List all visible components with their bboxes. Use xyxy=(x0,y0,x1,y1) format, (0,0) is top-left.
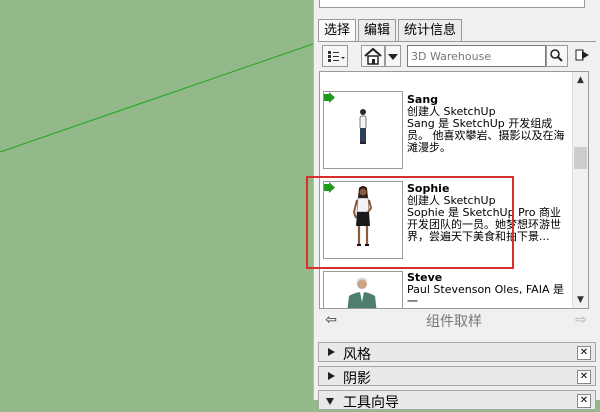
list-navigation: ⇦ 组件取样 ⇨ xyxy=(319,309,589,333)
view-options-icon xyxy=(328,51,345,62)
collapse-arrow-icon xyxy=(326,398,334,405)
person-figure-sophie-icon xyxy=(352,186,373,246)
section-title: 风格 xyxy=(343,347,371,363)
component-author: 创建人 SketchUp xyxy=(407,194,496,207)
tab-divider xyxy=(318,41,596,42)
section-shadows[interactable]: 阴影 ✕ xyxy=(318,366,596,387)
go-arrow-icon xyxy=(324,182,335,193)
expand-arrow-icon xyxy=(328,348,335,356)
collection-title: 组件取样 xyxy=(426,314,482,330)
close-icon[interactable]: ✕ xyxy=(577,370,591,384)
view-options-button[interactable] xyxy=(322,45,348,67)
section-title: 工具向导 xyxy=(343,395,399,411)
component-author: 创建人 SketchUp xyxy=(407,105,496,118)
section-title: 阴影 xyxy=(343,371,371,387)
scroll-thumb[interactable] xyxy=(574,147,587,169)
home-icon xyxy=(364,47,382,65)
close-icon[interactable]: ✕ xyxy=(577,394,591,408)
open-window-icon xyxy=(575,49,589,61)
panel-toolbar xyxy=(322,45,596,69)
warehouse-search-input[interactable] xyxy=(407,45,546,67)
home-dropdown-button[interactable] xyxy=(385,45,401,67)
component-info-steve: Steve Paul Stevenson Oles, FAIA 是一 xyxy=(407,272,571,308)
open-window-button[interactable] xyxy=(572,45,594,67)
tab-edit[interactable]: 编辑 xyxy=(358,19,397,41)
component-thumbnail-steve xyxy=(323,271,403,308)
section-styles[interactable]: 风格 ✕ xyxy=(318,342,596,363)
search-icon xyxy=(550,49,563,62)
go-arrow-icon xyxy=(324,92,335,103)
list-scrollbar[interactable]: ▲ ▼ xyxy=(572,72,588,308)
chevron-down-icon xyxy=(388,54,398,60)
panel-top-stub xyxy=(319,0,585,8)
search-button[interactable] xyxy=(546,45,568,67)
component-author: Paul Stevenson Oles, FAIA 是一 xyxy=(407,283,564,308)
close-icon[interactable]: ✕ xyxy=(577,346,591,360)
list-item-sophie[interactable]: Sophie 创建人 SketchUp Sophie 是 SketchUp Pr… xyxy=(320,172,572,260)
component-info-sang: Sang 创建人 SketchUp Sang 是 SketchUp 开发组成员。… xyxy=(407,94,571,154)
person-figure-sang-icon xyxy=(359,109,367,144)
component-description: Sang 是 SketchUp 开发组成员。 他喜欢攀岩、摄影以及在海滩漫步。 xyxy=(407,118,565,154)
component-description: Sophie 是 SketchUp Pro 商业开发团队的一员。她梦想环游世界，… xyxy=(407,207,562,243)
tab-statistics[interactable]: 统计信息 xyxy=(398,19,463,41)
modeling-viewport[interactable] xyxy=(0,0,313,400)
expand-arrow-icon xyxy=(328,372,335,380)
tab-select[interactable]: 选择 xyxy=(318,19,357,42)
component-info-sophie: Sophie 创建人 SketchUp Sophie 是 SketchUp Pr… xyxy=(407,183,571,243)
scroll-up-arrow-icon[interactable]: ▲ xyxy=(573,72,588,88)
panel-tabs: 选择 编辑 统计信息 xyxy=(318,19,464,42)
forward-arrow-icon[interactable]: ⇨ xyxy=(573,311,589,329)
list-item[interactable] xyxy=(320,71,572,72)
green-axis-line xyxy=(0,43,313,153)
component-list[interactable]: Sang 创建人 SketchUp Sang 是 SketchUp 开发组成员。… xyxy=(319,71,589,309)
component-thumbnail-sang xyxy=(323,91,403,169)
section-instructor[interactable]: 工具向导 ✕ xyxy=(318,390,596,411)
home-button[interactable] xyxy=(361,45,385,67)
list-item-sang[interactable]: Sang 创建人 SketchUp Sang 是 SketchUp 开发组成员。… xyxy=(320,82,572,170)
component-thumbnail-sophie xyxy=(323,181,403,259)
person-figure-steve-icon xyxy=(347,277,377,308)
list-item-steve[interactable]: Steve Paul Stevenson Oles, FAIA 是一 xyxy=(320,262,572,308)
components-panel: 选择 编辑 统计信息 3D Warehouse Sang 创建人 SketchU… xyxy=(313,0,600,411)
scroll-down-arrow-icon[interactable]: ▼ xyxy=(573,292,588,308)
